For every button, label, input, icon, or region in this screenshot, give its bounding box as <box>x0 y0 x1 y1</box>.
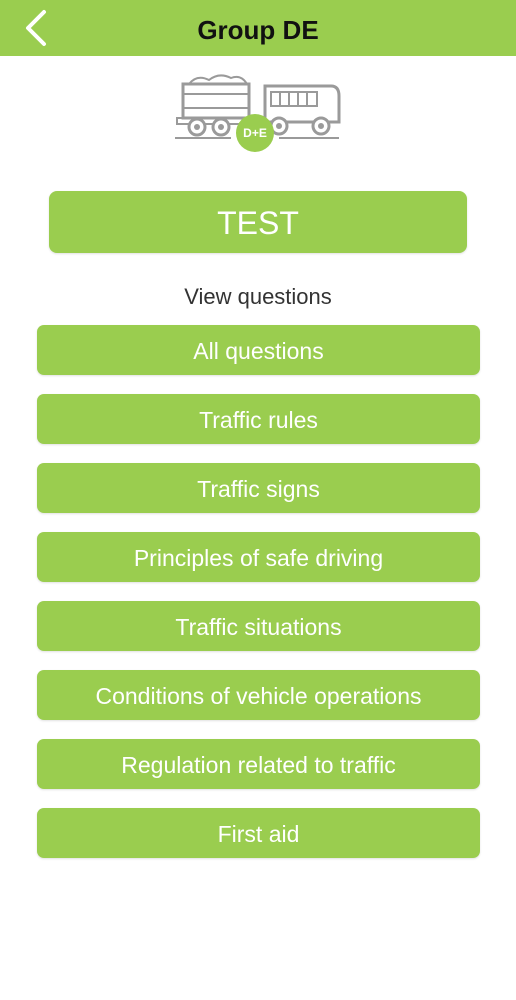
category-traffic-signs-button[interactable]: Traffic signs <box>37 463 480 513</box>
category-safe-driving-button[interactable]: Principles of safe driving <box>37 532 480 582</box>
category-first-aid-button[interactable]: First aid <box>37 808 480 858</box>
app-bar: Group DE <box>0 0 516 56</box>
page-title: Group DE <box>197 15 319 45</box>
category-vehicle-operations-button[interactable]: Conditions of vehicle operations <box>37 670 480 720</box>
question-category-list: All questions Traffic rules Traffic sign… <box>37 325 480 877</box>
test-button[interactable]: TEST <box>49 191 467 253</box>
category-traffic-rules-button[interactable]: Traffic rules <box>37 394 480 444</box>
view-questions-label: View questions <box>184 284 332 309</box>
category-all-questions-button[interactable]: All questions <box>37 325 480 375</box>
category-traffic-situations-button[interactable]: Traffic situations <box>37 601 480 651</box>
category-regulation-button[interactable]: Regulation related to traffic <box>37 739 480 789</box>
category-badge: D+E <box>236 114 274 152</box>
